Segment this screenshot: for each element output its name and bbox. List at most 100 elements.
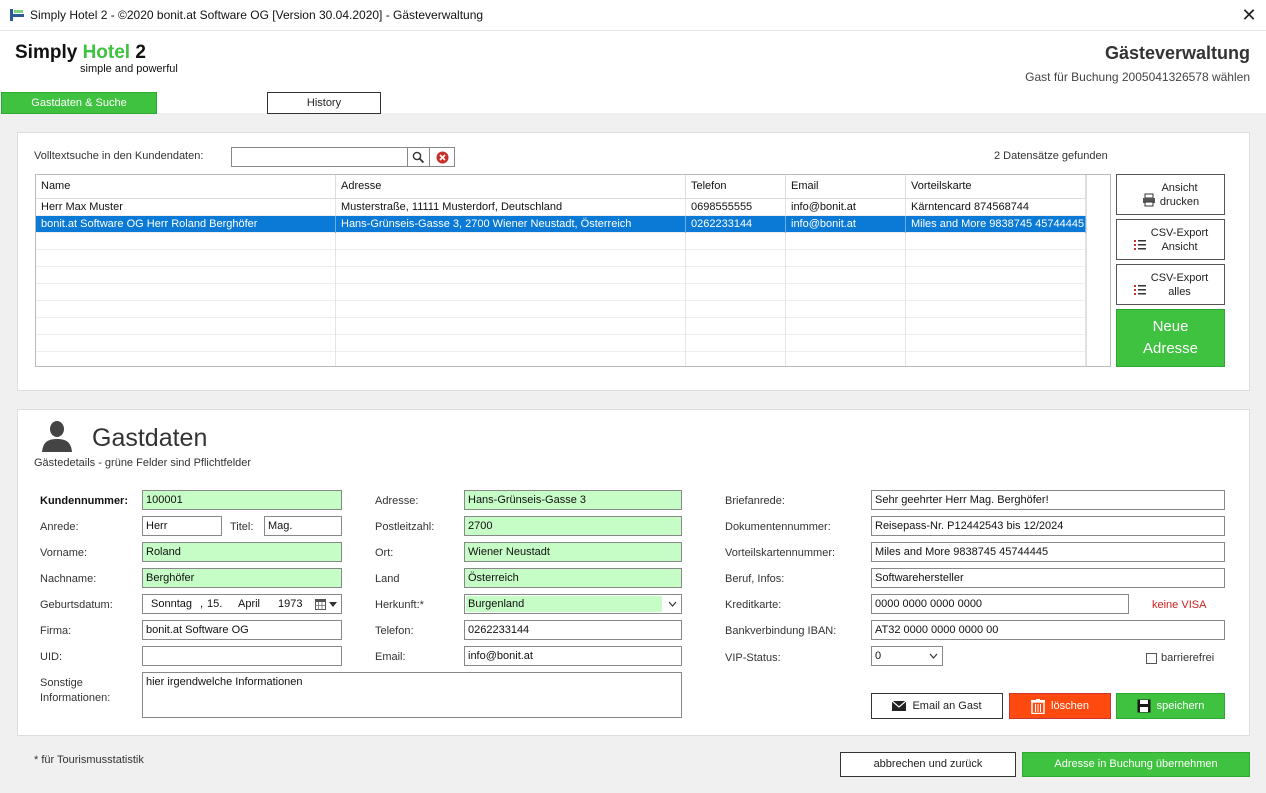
- kundennummer-field[interactable]: 100001: [142, 490, 342, 510]
- vorteilskarte-label: Vorteilskartennummer:: [725, 547, 836, 559]
- geburtsdatum-picker[interactable]: Sonntag , 15. April 1973: [142, 594, 342, 614]
- uid-field[interactable]: [142, 646, 342, 666]
- land-field[interactable]: Österreich: [464, 568, 682, 588]
- cell-telefon: 0262233144: [686, 216, 786, 233]
- email-field[interactable]: info@bonit.at: [464, 646, 682, 666]
- save-label: speichern: [1156, 700, 1205, 712]
- anrede-select[interactable]: Herr: [142, 516, 222, 536]
- iban-label: Bankverbindung IBAN:: [725, 625, 837, 637]
- beruf-field[interactable]: Softwarehersteller: [871, 568, 1225, 588]
- cell-name: bonit.at Software OG Herr Roland Berghöf…: [36, 216, 336, 233]
- sonstige-label-line2: Informationen:: [40, 692, 111, 704]
- table-row[interactable]: Herr Max Muster Musterstraße, 11111 Must…: [36, 199, 1086, 216]
- plz-field[interactable]: 2700: [464, 516, 682, 536]
- kreditkarte-field[interactable]: 0000 0000 0000 0000: [871, 594, 1129, 614]
- vorteilskarte-field[interactable]: Miles and More 9838745 45744445: [871, 542, 1225, 562]
- guest-section-subtitle: Gästedetails - grüne Felder sind Pflicht…: [34, 457, 252, 469]
- geb-year: 1973: [278, 598, 303, 610]
- cell-telefon: 0698555555: [686, 199, 786, 216]
- nachname-label: Nachname:: [40, 573, 97, 585]
- column-header-telefon[interactable]: Telefon: [686, 175, 786, 199]
- new-address-label-line1: Neue: [1152, 318, 1189, 335]
- chevron-down-icon: [329, 602, 337, 607]
- page-subtitle: Gast für Buchung 2005041326578 wählen: [1025, 70, 1250, 84]
- cell-adresse: Hans-Grünseis-Gasse 3, 2700 Wiener Neust…: [336, 216, 686, 233]
- vorname-field[interactable]: Roland: [142, 542, 342, 562]
- telefon-label: Telefon:: [375, 625, 414, 637]
- table-scrollbar[interactable]: [1086, 175, 1110, 366]
- search-label: Volltextsuche in den Kundendaten:: [34, 150, 204, 162]
- search-panel: Volltextsuche in den Kundendaten: 2 Date…: [17, 132, 1250, 391]
- geb-day: 15.: [207, 598, 223, 610]
- page-title: Gästeverwaltung: [1104, 43, 1250, 63]
- column-header-vorteilskarte[interactable]: Vorteilskarte: [906, 175, 1086, 199]
- tab-gastdaten-suche[interactable]: Gastdaten & Suche: [1, 92, 157, 114]
- table-row-empty: [36, 318, 1086, 335]
- vip-select[interactable]: 0: [871, 646, 943, 666]
- csv-export-view-label-line2: Ansicht: [1161, 240, 1198, 253]
- table-row-selected[interactable]: bonit.at Software OG Herr Roland Berghöf…: [36, 216, 1086, 233]
- iban-field[interactable]: AT32 0000 0000 0000 00: [871, 620, 1225, 640]
- column-header-email[interactable]: Email: [786, 175, 906, 199]
- guest-section-title: Gastdaten: [92, 424, 208, 452]
- table-row-empty: [36, 267, 1086, 284]
- tab-history[interactable]: History: [267, 92, 381, 114]
- firma-field[interactable]: bonit.at Software OG: [142, 620, 342, 640]
- trash-icon: [1031, 698, 1046, 714]
- column-header-adresse[interactable]: Adresse: [336, 175, 686, 199]
- adresse-field[interactable]: Hans-Grünseis-Gasse 3: [464, 490, 682, 510]
- herkunft-label: Herkunft:*: [375, 599, 424, 611]
- chevron-down-icon: [929, 653, 938, 659]
- barrierefrei-checkbox[interactable]: [1146, 653, 1157, 664]
- email-guest-label: Email an Gast: [912, 700, 982, 712]
- new-address-label: Neue Adresse: [1143, 316, 1198, 360]
- search-button[interactable]: [407, 147, 430, 167]
- email-guest-button[interactable]: Email an Gast: [871, 693, 1003, 719]
- list-icon: [1133, 239, 1146, 250]
- table-row-empty: [36, 284, 1086, 301]
- herkunft-value: Burgenland: [466, 596, 662, 612]
- clear-search-button[interactable]: [429, 147, 455, 167]
- dokumentennummer-field[interactable]: Reisepass-Nr. P12442543 bis 12/2024: [871, 516, 1225, 536]
- person-icon: [42, 421, 72, 452]
- calendar-icon: [315, 599, 326, 610]
- guest-table: Name Adresse Telefon Email Vorteilskarte…: [35, 174, 1111, 367]
- briefanrede-field[interactable]: Sehr geehrter Herr Mag. Berghöfer!: [871, 490, 1225, 510]
- csv-export-all-button[interactable]: CSV-Export alles: [1116, 264, 1225, 305]
- close-window-button[interactable]: ✕: [1232, 0, 1266, 31]
- app-logo: Simply Hotel 2: [15, 42, 146, 64]
- ort-label: Ort:: [375, 547, 394, 559]
- new-address-button[interactable]: Neue Adresse: [1116, 309, 1225, 367]
- telefon-field[interactable]: 0262233144: [464, 620, 682, 640]
- search-input[interactable]: [231, 147, 408, 167]
- search-icon: [412, 151, 425, 163]
- geb-weekday: Sonntag: [151, 598, 192, 610]
- cell-email: info@bonit.at: [786, 216, 906, 233]
- cell-name: Herr Max Muster: [36, 199, 336, 216]
- printer-icon: [1142, 193, 1155, 206]
- sonstige-label-line1: Sonstige: [40, 677, 83, 689]
- titel-field[interactable]: Mag.: [264, 516, 342, 536]
- print-view-label-line1: Ansicht: [1161, 181, 1198, 194]
- apply-address-to-booking-button[interactable]: Adresse in Buchung übernehmen: [1022, 752, 1250, 777]
- cell-adresse: Musterstraße, 11111 Musterdorf, Deutschl…: [336, 199, 686, 216]
- titel-label: Titel:: [230, 521, 254, 533]
- cancel-back-button[interactable]: abbrechen und zurück: [840, 752, 1016, 777]
- vip-label: VIP-Status:: [725, 652, 781, 664]
- vip-value: 0: [875, 650, 882, 662]
- sonstige-textarea[interactable]: hier irgendwelche Informationen: [142, 672, 682, 718]
- print-view-button[interactable]: Ansicht drucken: [1116, 174, 1225, 215]
- barrierefrei-label: barrierefrei: [1161, 652, 1215, 664]
- nachname-field[interactable]: Berghöfer: [142, 568, 342, 588]
- result-count: 2 Datensätze gefunden: [994, 150, 1108, 162]
- herkunft-select[interactable]: Burgenland: [464, 594, 682, 614]
- table-row-empty: [36, 301, 1086, 318]
- csv-export-view-button[interactable]: CSV-Export Ansicht: [1116, 219, 1225, 260]
- adresse-label: Adresse:: [375, 495, 419, 507]
- save-button[interactable]: speichern: [1116, 693, 1225, 719]
- delete-button[interactable]: löschen: [1009, 693, 1111, 719]
- uid-label: UID:: [40, 651, 62, 663]
- ort-field[interactable]: Wiener Neustadt: [464, 542, 682, 562]
- column-header-name[interactable]: Name: [36, 175, 336, 199]
- land-label: Land: [375, 573, 400, 585]
